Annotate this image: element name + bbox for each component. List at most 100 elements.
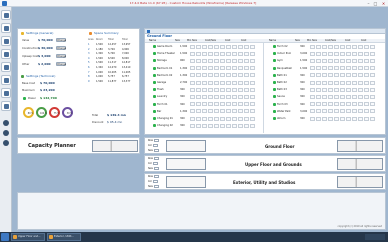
room-input-cell[interactable] [232,51,237,56]
room-input-cell[interactable] [346,44,351,49]
taskbar-item-1[interactable]: Upper Floor and... [11,233,45,241]
section-ground-floor[interactable]: Row Col Size Ground Floor [144,137,386,154]
room-input-cell[interactable] [340,94,345,99]
room-input-cell[interactable] [328,51,333,56]
room-input-cell[interactable] [250,80,255,85]
section-1-stepper-size[interactable]: Size [148,149,159,152]
room-input-cell[interactable] [220,94,225,99]
room-input-cell[interactable] [310,109,315,114]
room-input-cell[interactable] [244,102,249,107]
room-input-cells[interactable] [190,102,256,107]
room-input-cell[interactable] [214,87,219,92]
room-input-cell[interactable] [202,73,207,78]
room-input-cell[interactable] [322,102,327,107]
room-checkbox[interactable] [273,45,276,48]
room-input-cells[interactable] [310,116,376,121]
room-input-cell[interactable] [328,58,333,63]
room-input-cell[interactable] [214,123,219,128]
room-row[interactable]: Bath 01 300 [273,73,383,78]
room-input-cell[interactable] [232,58,237,63]
room-input-cell[interactable] [322,73,327,78]
room-input-cell[interactable] [220,66,225,71]
room-input-cell[interactable] [358,102,363,107]
room-input-cell[interactable] [196,123,201,128]
room-input-cell[interactable] [208,73,213,78]
room-input-cell[interactable] [334,87,339,92]
room-input-cell[interactable] [226,66,231,71]
room-input-cell[interactable] [346,116,351,121]
room-input-cell[interactable] [328,116,333,121]
room-input-cells[interactable] [190,123,256,128]
room-input-cell[interactable] [220,102,225,107]
room-input-cell[interactable] [316,73,321,78]
room-input-cell[interactable] [202,116,207,121]
room-input-cell[interactable] [364,102,369,107]
room-input-cell[interactable] [310,80,315,85]
room-input-cell[interactable] [346,94,351,99]
room-input-cell[interactable] [250,102,255,107]
room-input-cell[interactable] [358,109,363,114]
room-input-cell[interactable] [196,80,201,85]
room-input-cell[interactable] [352,58,357,63]
room-input-cell[interactable] [202,123,207,128]
room-input-cell[interactable] [334,73,339,78]
room-input-cell[interactable] [226,94,231,99]
room-input-cell[interactable] [358,58,363,63]
room-input-cell[interactable] [358,51,363,56]
room-row[interactable]: Sauna 300 [273,94,383,99]
room-input-cell[interactable] [370,116,375,121]
room-input-cells[interactable] [310,58,376,63]
room-input-cell[interactable] [334,102,339,107]
room-input-cell[interactable] [244,73,249,78]
room-input-cells[interactable] [190,94,256,99]
room-input-cell[interactable] [190,80,195,85]
room-input-cell[interactable] [322,66,327,71]
room-input-cell[interactable] [196,94,201,99]
room-input-cell[interactable] [214,73,219,78]
room-input-cell[interactable] [334,66,339,71]
room-input-cell[interactable] [190,87,195,92]
room-input-cell[interactable] [352,51,357,56]
room-input-cell[interactable] [316,51,321,56]
room-input-cell[interactable] [196,116,201,121]
room-checkbox[interactable] [153,109,156,113]
room-input-cell[interactable] [370,73,375,78]
room-input-cell[interactable] [226,123,231,128]
room-input-cell[interactable] [238,87,243,92]
toolbar-button-2[interactable] [1,23,11,33]
room-input-cell[interactable] [238,58,243,63]
room-input-cells[interactable] [310,102,376,107]
room-input-cell[interactable] [190,58,195,63]
room-input-cell[interactable] [190,94,195,99]
room-input-cell[interactable] [238,44,243,49]
toolbar-button-1[interactable] [1,10,11,20]
room-input-cell[interactable] [340,51,345,56]
room-checkbox[interactable] [273,52,276,56]
room-input-cell[interactable] [316,116,321,121]
room-input-cell[interactable] [334,94,339,99]
section-1-stepper-row[interactable]: Row [148,139,159,142]
room-input-cells[interactable] [190,44,256,49]
room-input-cell[interactable] [370,87,375,92]
room-input-cell[interactable] [226,80,231,85]
room-input-cell[interactable] [322,87,327,92]
section-3-stepper-row[interactable]: Row [148,175,159,178]
room-input-cell[interactable] [190,44,195,49]
room-row[interactable]: Home Theater 1,500 [153,51,263,56]
room-input-cell[interactable] [208,51,213,56]
room-input-cell[interactable] [220,51,225,56]
room-input-cell[interactable] [190,102,195,107]
room-input-cell[interactable] [310,58,315,63]
room-input-cell[interactable] [226,102,231,107]
room-input-cell[interactable] [244,116,249,121]
toolbar-button-7[interactable] [1,88,11,98]
room-checkbox[interactable] [153,73,156,77]
room-input-cell[interactable] [310,66,315,71]
room-input-cell[interactable] [238,94,243,99]
room-checkbox[interactable] [153,124,156,128]
room-row[interactable]: Laundry 300 [153,94,263,99]
room-input-cell[interactable] [232,66,237,71]
room-input-cell[interactable] [250,87,255,92]
taskbar-item-2[interactable]: Exterior, Utilit... [47,233,81,241]
room-input-cell[interactable] [238,116,243,121]
